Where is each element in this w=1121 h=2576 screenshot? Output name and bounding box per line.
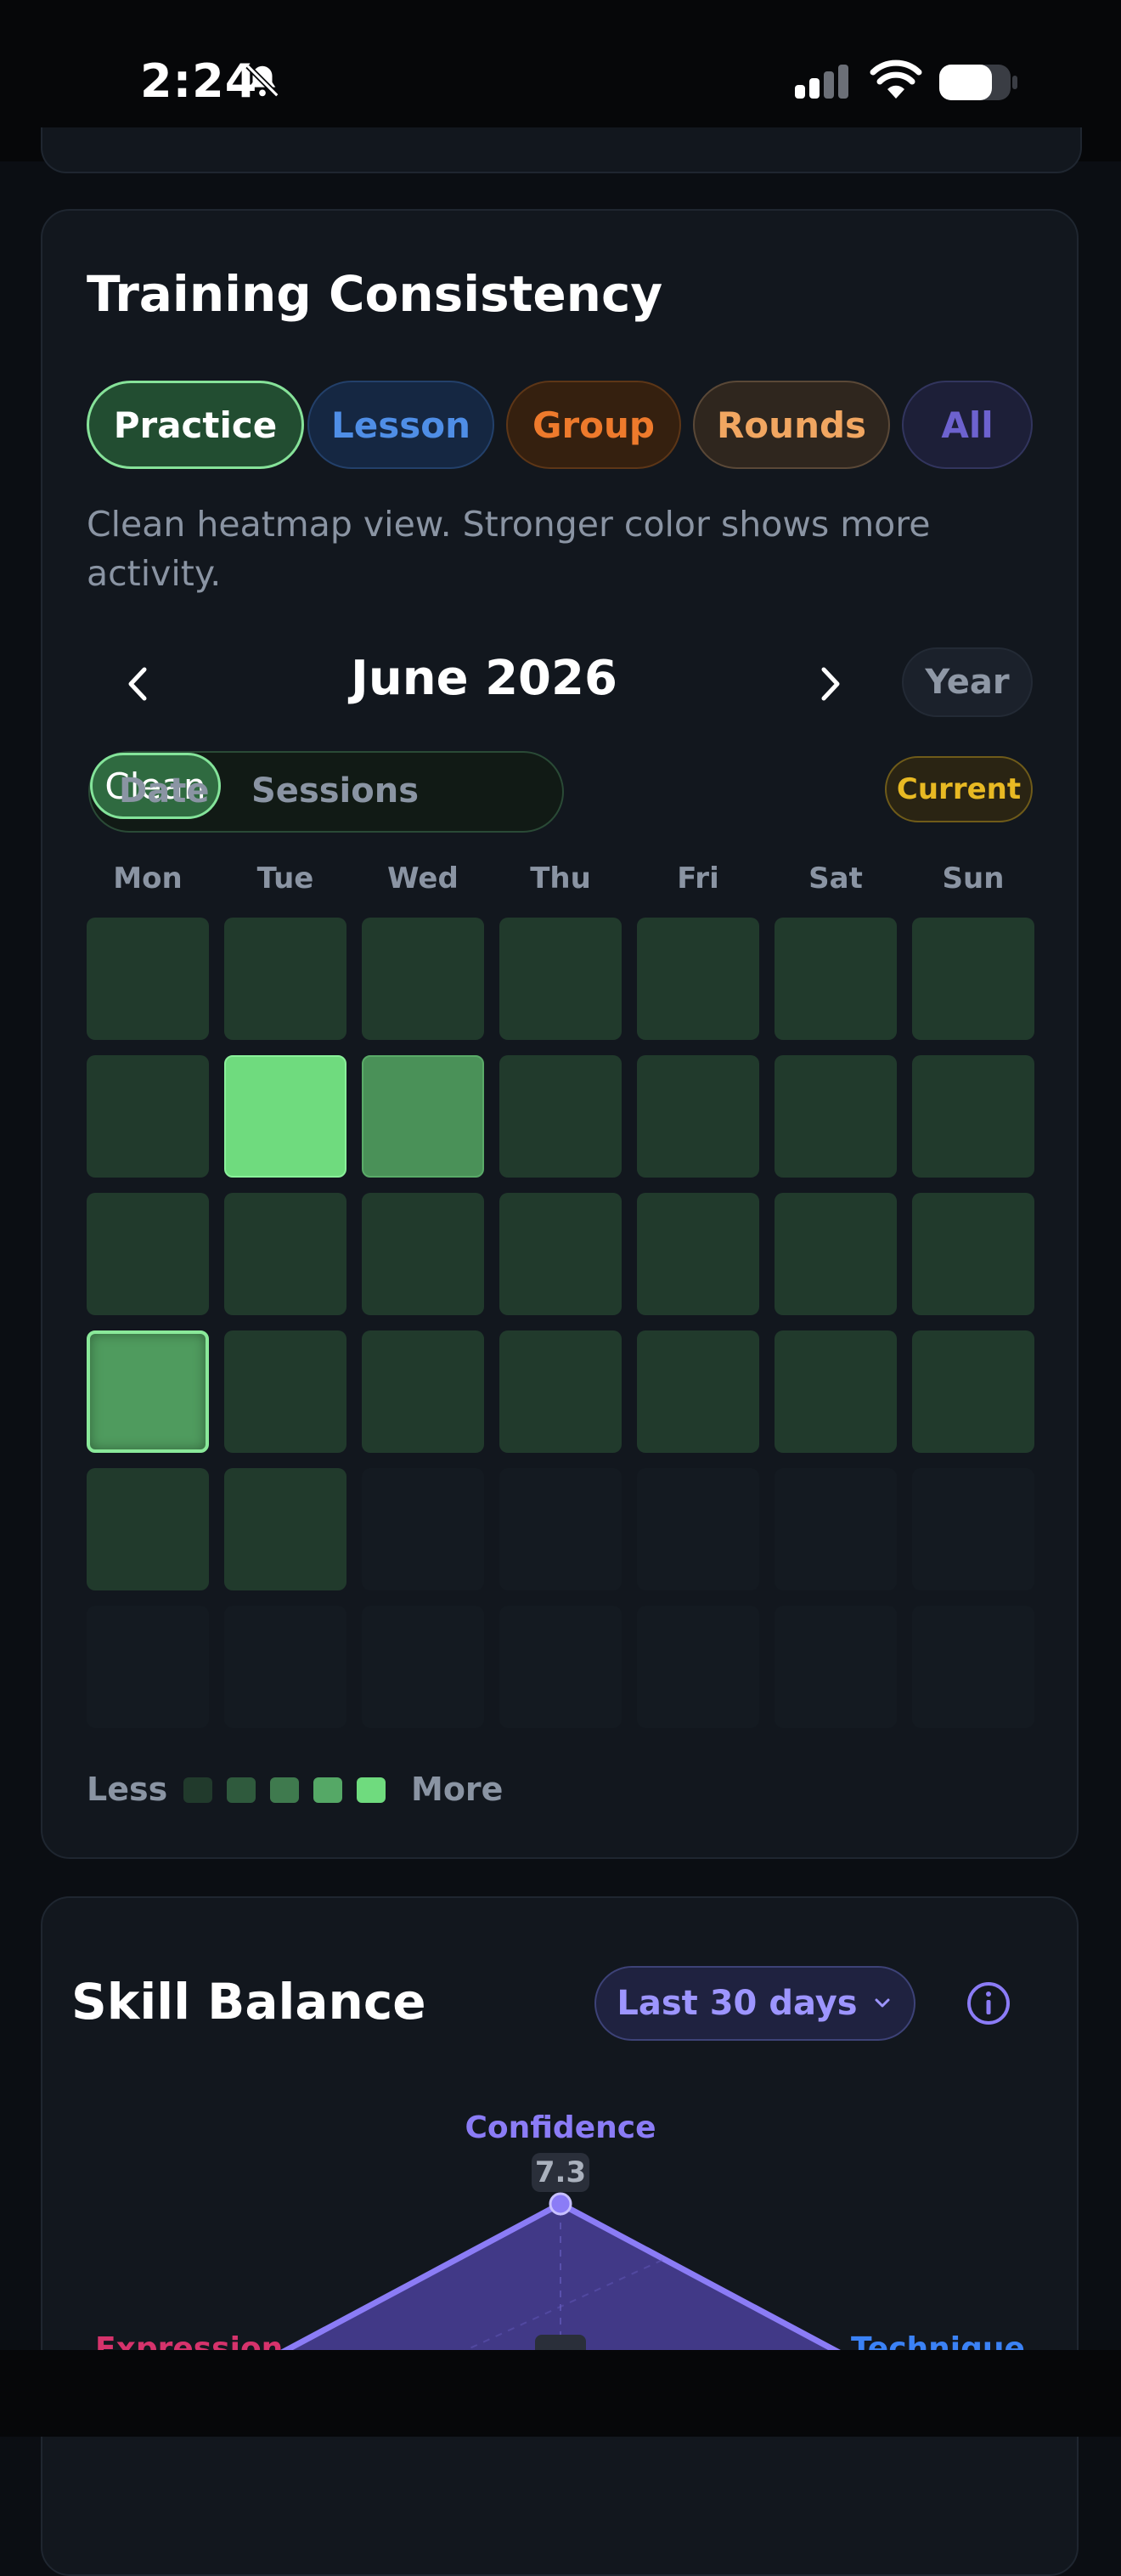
heatmap-cell[interactable]	[775, 918, 897, 1040]
chevron-right-icon[interactable]	[805, 654, 856, 714]
heatmap-cell[interactable]	[912, 1193, 1034, 1315]
heatmap-cell[interactable]	[87, 918, 209, 1040]
weekday-mon: Mon	[113, 861, 183, 895]
heatmap-cell[interactable]	[912, 1055, 1034, 1178]
heatmap-cell[interactable]	[775, 1055, 897, 1178]
weekday-sun: Sun	[942, 861, 1005, 895]
weekday-wed: Wed	[387, 861, 459, 895]
heatmap-cell[interactable]	[224, 1193, 346, 1315]
heatmap-cell[interactable]	[499, 1606, 622, 1728]
legend-less: Less	[87, 1771, 168, 1808]
month-label: June 2026	[351, 651, 617, 706]
legend-swatch	[183, 1777, 212, 1803]
heatmap-cell[interactable]	[224, 1330, 346, 1453]
chip-group[interactable]: Group	[506, 381, 681, 469]
heatmap-description: Clean heatmap view. Stronger color shows…	[87, 504, 931, 594]
heatmap-cell[interactable]	[775, 1330, 897, 1453]
heatmap-cell[interactable]	[912, 1606, 1034, 1728]
chevron-down-icon	[875, 1998, 890, 2008]
view-mode-date[interactable]: Date	[119, 771, 209, 811]
range-label: Last 30 days	[617, 1984, 858, 2023]
heatmap-cell[interactable]	[87, 1055, 209, 1178]
view-mode-toggle: Date Sessions Clean	[88, 751, 564, 833]
heatmap-cell[interactable]	[912, 1330, 1034, 1453]
heatmap-cell[interactable]	[637, 1606, 759, 1728]
heatmap-cell[interactable]	[362, 1055, 484, 1178]
heatmap-cell[interactable]	[362, 918, 484, 1040]
view-mode-sessions[interactable]: Sessions	[251, 771, 419, 811]
heatmap-cell[interactable]	[499, 1055, 622, 1178]
heatmap-cell[interactable]	[499, 1330, 622, 1453]
heatmap-cell[interactable]	[912, 918, 1034, 1040]
signal-icon	[795, 65, 848, 99]
heatmap-cell[interactable]	[637, 918, 759, 1040]
heatmap-cell[interactable]	[362, 1193, 484, 1315]
weekday-sat: Sat	[808, 861, 863, 895]
chip-rounds[interactable]: Rounds	[693, 381, 890, 469]
heatmap-cell[interactable]	[499, 1468, 622, 1590]
radar-value-confidence: 7.3	[532, 2153, 589, 2192]
radar-point-confidence	[549, 2192, 572, 2216]
battery-icon	[939, 65, 1017, 100]
legend-more: More	[411, 1771, 504, 1808]
legend-swatch	[313, 1777, 342, 1803]
chip-lesson[interactable]: Lesson	[307, 381, 494, 469]
heatmap-cell[interactable]	[775, 1193, 897, 1315]
heatmap-cell[interactable]	[637, 1055, 759, 1178]
bell-muted-icon	[245, 64, 279, 98]
range-dropdown[interactable]: Last 30 days	[594, 1966, 915, 2041]
training-consistency-title: Training Consistency	[87, 265, 663, 323]
chevron-left-icon[interactable]	[112, 654, 163, 714]
heatmap-cell[interactable]	[912, 1468, 1034, 1590]
heatmap-cell[interactable]	[224, 1468, 346, 1590]
chip-all[interactable]: All	[902, 381, 1033, 469]
heatmap-cell[interactable]	[362, 1606, 484, 1728]
heatmap-cell-today[interactable]	[87, 1330, 209, 1453]
heatmap-cell[interactable]	[775, 1468, 897, 1590]
heatmap-cell[interactable]	[224, 1606, 346, 1728]
heatmap-cell[interactable]	[87, 1606, 209, 1728]
heatmap-cell[interactable]	[362, 1468, 484, 1590]
heatmap-cell[interactable]	[775, 1606, 897, 1728]
heatmap-cell[interactable]	[362, 1330, 484, 1453]
heatmap-cell[interactable]	[637, 1468, 759, 1590]
heatmap-cell[interactable]	[224, 918, 346, 1040]
heatmap-cell[interactable]	[637, 1193, 759, 1315]
radar-label-confidence: Confidence	[465, 2110, 656, 2145]
heatmap-cell[interactable]	[637, 1330, 759, 1453]
heatmap-cell[interactable]	[224, 1055, 346, 1178]
legend-swatch	[227, 1777, 256, 1803]
wifi-icon	[870, 59, 922, 99]
legend-swatch	[270, 1777, 299, 1803]
current-button[interactable]: Current	[885, 756, 1033, 822]
legend-swatch	[357, 1777, 386, 1803]
bottom-home-bar	[0, 2350, 1121, 2437]
weekday-thu: Thu	[530, 861, 591, 895]
chip-practice[interactable]: Practice	[87, 381, 304, 469]
year-button[interactable]: Year	[902, 647, 1033, 717]
heatmap-cell[interactable]	[87, 1468, 209, 1590]
status-time: 2:24	[140, 54, 258, 108]
heatmap-cell[interactable]	[87, 1193, 209, 1315]
weekday-tue: Tue	[256, 861, 314, 895]
skill-balance-title: Skill Balance	[71, 1973, 426, 2031]
heatmap-cell[interactable]	[499, 1193, 622, 1315]
previous-card-edge	[41, 127, 1082, 173]
weekday-fri: Fri	[677, 861, 719, 895]
info-icon[interactable]	[965, 1980, 1012, 2027]
heatmap-cell[interactable]	[499, 918, 622, 1040]
